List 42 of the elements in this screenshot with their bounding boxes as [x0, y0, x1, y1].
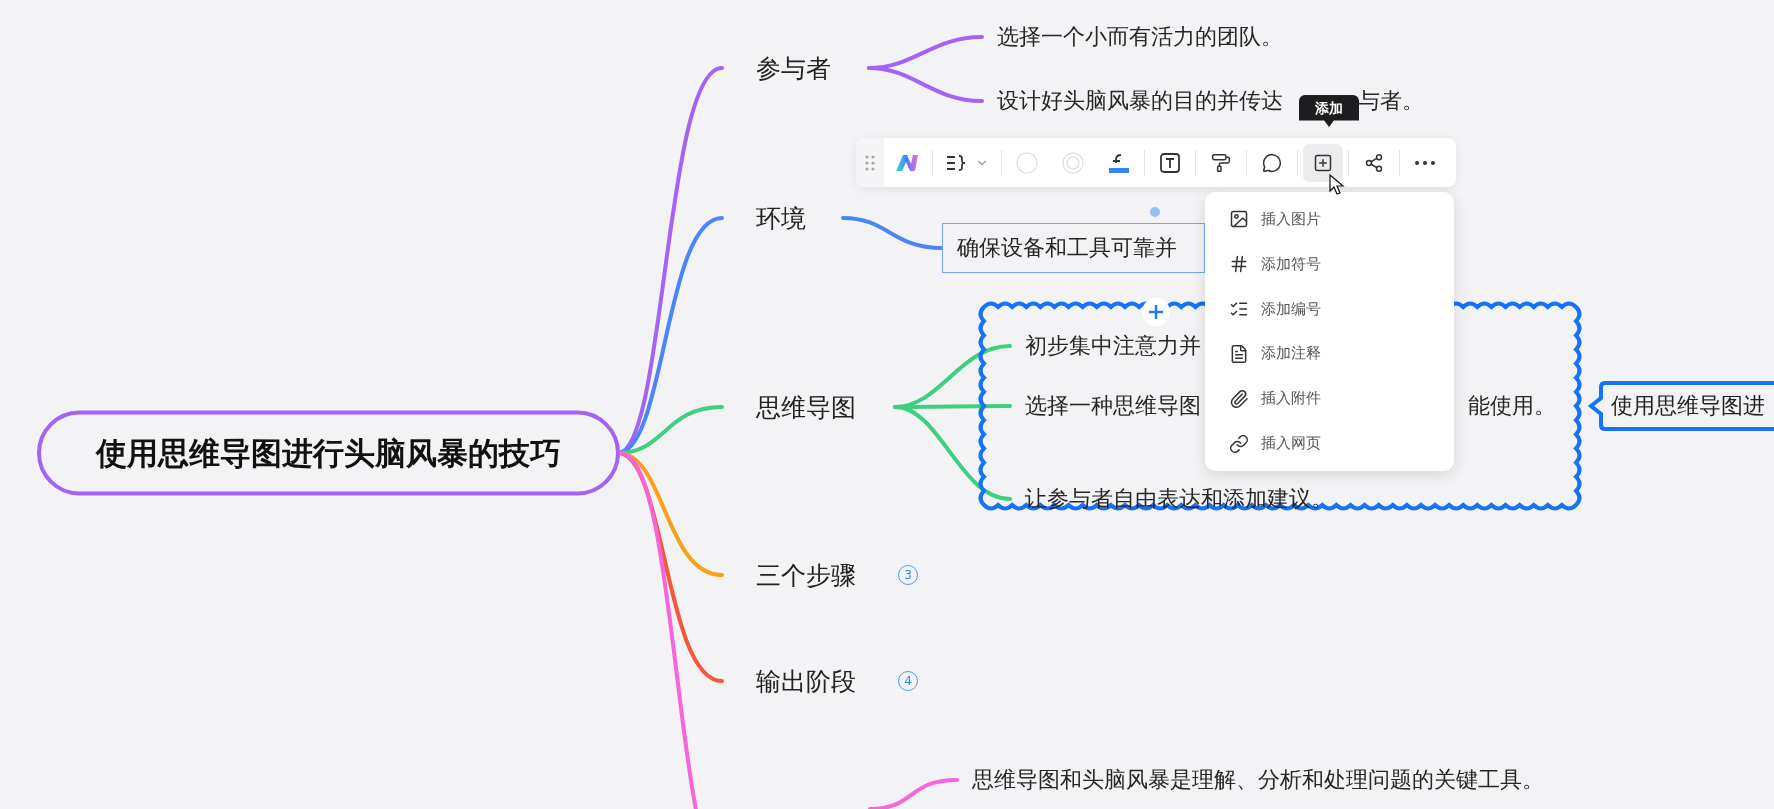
branch-topic[interactable]: 输出阶段	[756, 664, 856, 698]
subtopic[interactable]: 思维导图和头脑风暴是理解、分析和处理问题的关键工具。	[957, 755, 1557, 805]
subtopic[interactable]: 确保设备和工具可靠并	[942, 223, 1205, 273]
paperclip-icon	[1229, 388, 1249, 409]
branch-topic[interactable]: 思维导图	[756, 390, 856, 424]
note-icon	[1229, 343, 1249, 364]
image-icon	[1229, 209, 1249, 230]
ring-icon	[1062, 151, 1084, 174]
menu-item[interactable]: 添加编号	[1213, 286, 1446, 332]
speech-bubble-icon	[1262, 152, 1282, 173]
menu-item[interactable]: 添加符号	[1213, 241, 1446, 287]
branch-topic[interactable]: 三个步骤	[756, 558, 856, 592]
text-box-icon	[1159, 151, 1181, 174]
subtopic[interactable]: 让参与者自由表达和添加建议。	[1010, 474, 1346, 524]
link-icon	[1229, 433, 1249, 454]
drag-grip[interactable]	[856, 138, 884, 187]
menu-item[interactable]: 插入附件	[1213, 376, 1446, 422]
menu-item[interactable]: 添加注释	[1213, 331, 1446, 377]
root-topic[interactable]: 使用思维导图进行头脑风暴的技巧	[37, 410, 620, 496]
branch-topic[interactable]: 环境	[756, 201, 806, 235]
subtopic[interactable]: 设计好头脑风暴的目的并传达	[982, 76, 1296, 126]
more-icon	[1415, 160, 1435, 165]
grip-icon	[865, 154, 875, 171]
menu-item[interactable]: 插入网页	[1213, 421, 1446, 466]
nodes-icon	[1364, 152, 1384, 173]
tooltip: 添加	[1299, 95, 1359, 127]
circle-icon	[1016, 151, 1038, 174]
text-color-icon	[1108, 151, 1130, 174]
drag-handle[interactable]	[1150, 207, 1160, 217]
subtopic[interactable]: 能使用。	[1468, 391, 1556, 421]
add-icon	[1313, 152, 1333, 173]
logo-icon	[895, 153, 919, 172]
subtopic[interactable]: 与者。	[1358, 86, 1424, 116]
subtopic[interactable]: 选择一个小而有活力的团队。	[982, 12, 1296, 62]
toolbar-button[interactable]	[1303, 143, 1343, 182]
add-topic-button[interactable]	[1142, 298, 1170, 326]
menu-item[interactable]: 插入图片	[1213, 197, 1446, 242]
branch-topic[interactable]: 参与者	[756, 51, 831, 85]
hash-icon	[1229, 254, 1249, 275]
plus-icon	[1148, 304, 1164, 320]
paint-roller-icon	[1211, 152, 1231, 173]
summary-topic[interactable]: 使用思维导图进	[1587, 380, 1774, 432]
